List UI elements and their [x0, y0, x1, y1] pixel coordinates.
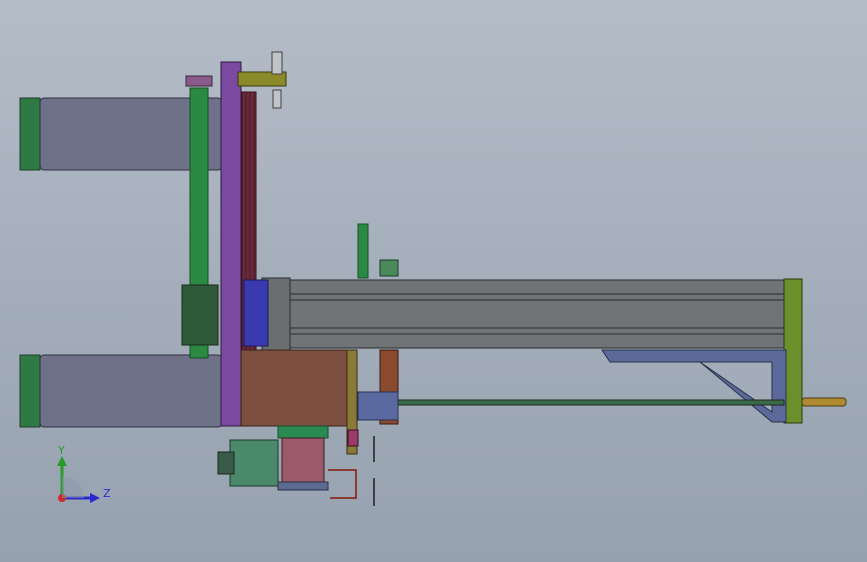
brown-mounting-block[interactable]	[240, 349, 350, 427]
blue-carriage[interactable]	[243, 279, 269, 347]
clamp-block	[357, 391, 399, 421]
gripper-cable	[328, 469, 357, 499]
rail-end-cap	[783, 278, 803, 424]
push-rod-shaft	[397, 399, 785, 406]
air-fitting	[271, 51, 283, 75]
gripper-base	[229, 439, 279, 487]
y-axis-arrowhead	[57, 456, 67, 466]
vertical-mounting-plate[interactable]	[220, 61, 242, 427]
sensor-post[interactable]	[357, 223, 369, 279]
z-axis-arrowhead	[90, 493, 100, 503]
lower-cylinder-body	[39, 354, 223, 428]
y-axis-label: Y	[57, 444, 65, 457]
push-rod-handle	[801, 397, 847, 407]
coordinate-triad-icon: Y Z	[57, 444, 111, 503]
gripper-side-tab	[217, 451, 235, 475]
guide-rod-top-nut	[185, 75, 213, 87]
rail-body	[289, 279, 787, 349]
cad-graphics-viewport[interactable]: Y Z	[0, 0, 867, 562]
guide-rod-bearing-block	[181, 284, 219, 346]
lower-gripper-assembly[interactable]	[217, 425, 357, 499]
support-bracket[interactable]	[601, 349, 787, 423]
air-fitting-lower	[272, 89, 282, 109]
lower-cylinder[interactable]	[19, 354, 223, 428]
lower-cylinder-end-cap	[19, 354, 41, 428]
gripper-body	[281, 437, 325, 483]
z-axis-label: Z	[103, 487, 111, 500]
pink-connector	[347, 429, 359, 447]
gripper-top-plate	[277, 425, 329, 439]
sensor-block[interactable]	[379, 259, 399, 277]
upper-cylinder-end-cap	[19, 97, 41, 171]
triad-arc	[62, 476, 84, 498]
gripper-foot	[277, 481, 329, 491]
mechanical-assembly-model[interactable]: Y Z	[0, 0, 867, 562]
